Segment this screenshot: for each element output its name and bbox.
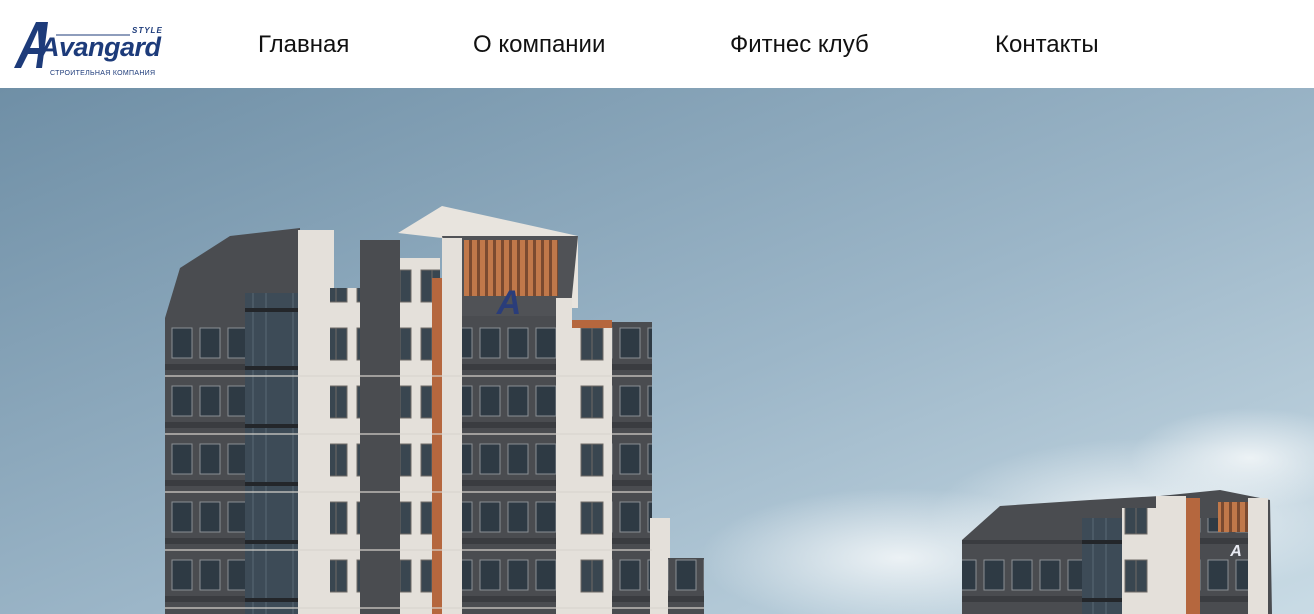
company-logo[interactable]: STYLE Avangard СТРОИТЕЛЬНАЯ КОМПАНИЯ (12, 18, 172, 82)
site-header: STYLE Avangard СТРОИТЕЛЬНАЯ КОМПАНИЯ Гла… (0, 0, 1314, 88)
logo-wordmark: Avangard (40, 32, 161, 62)
nav-link-fitness[interactable]: Фитнес клуб (730, 31, 869, 59)
second-building-logo-letter: A (1229, 543, 1242, 560)
roof-logo-letter: A (496, 284, 522, 322)
building-render-image: A A (0, 88, 1314, 614)
logo-tagline: СТРОИТЕЛЬНАЯ КОМПАНИЯ (50, 70, 156, 77)
nav-link-about[interactable]: О компании (473, 31, 605, 59)
nav-link-contacts[interactable]: Контакты (995, 31, 1099, 59)
hero-image: A A (0, 88, 1314, 614)
nav-link-home[interactable]: Главная (258, 31, 349, 59)
